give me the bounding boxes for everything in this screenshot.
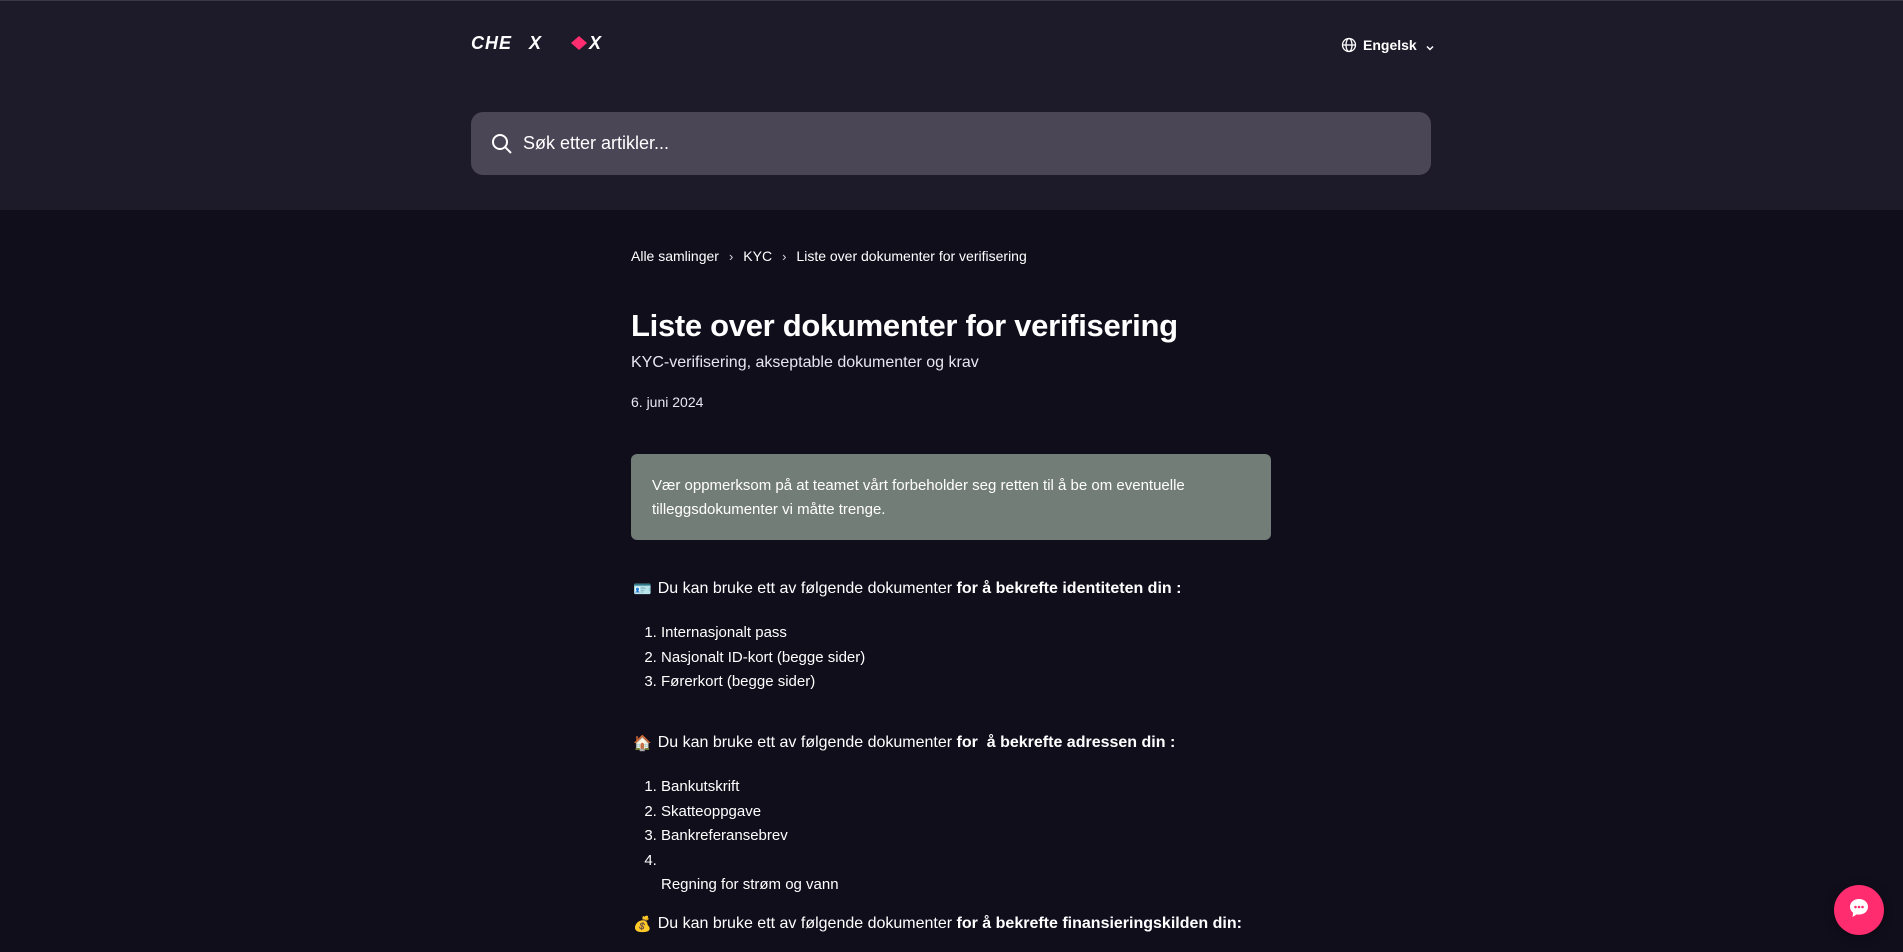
section-heading-funding: 💰 Du kan bruke ett av følgende dokumente… <box>633 915 1242 933</box>
search-input[interactable] <box>523 133 1383 154</box>
language-selector[interactable]: Engelsk <box>1341 35 1435 55</box>
list-item: Bankutskrift <box>661 775 839 800</box>
search-bar[interactable] <box>471 112 1431 175</box>
section-text: Du kan bruke ett av følgende dokumenter … <box>657 580 1182 597</box>
breadcrumb-separator: › <box>728 248 734 264</box>
list-item: Skatteoppgave <box>661 800 839 825</box>
chexx-logo[interactable]: CHE X X <box>471 34 615 52</box>
money-bag-icon: 💰 <box>633 915 652 933</box>
breadcrumb-separator: › <box>782 248 787 264</box>
address-document-list: Bankutskrift Skatteoppgave Bankreferanse… <box>661 775 839 898</box>
article-date: 6. juni 2024 <box>631 394 704 410</box>
svg-text:X: X <box>528 34 542 52</box>
section-heading-identity: 🪪 Du kan bruke ett av følgende dokumente… <box>633 580 1181 598</box>
list-item: Bankreferansebrev <box>661 824 839 849</box>
search-icon <box>491 133 513 155</box>
chat-bubble-icon <box>1847 896 1871 925</box>
page-subtitle: KYC-verifisering, akseptable dokumenter … <box>631 354 979 371</box>
svg-text:CHE: CHE <box>471 34 512 52</box>
list-item: Nasjonalt ID-kort (begge sider) <box>661 646 865 671</box>
list-item: Førerkort (begge sider) <box>661 670 865 695</box>
list-item <box>661 849 839 874</box>
breadcrumb-item-all-collections[interactable]: Alle samlinger <box>631 248 719 264</box>
id-card-icon: 🪪 <box>633 580 652 598</box>
section-text: Du kan bruke ett av følgende dokumenter … <box>657 915 1242 932</box>
notice-callout: Vær oppmerksom på at teamet vårt forbeho… <box>631 454 1271 540</box>
breadcrumb-item-current: Liste over dokumenter for verifisering <box>796 248 1027 264</box>
svg-text:X: X <box>588 34 602 52</box>
list-item: Internasjonalt pass <box>661 621 865 646</box>
page-title: Liste over dokumenter for verifisering <box>631 308 1178 343</box>
section-text: Du kan bruke ett av følgende dokumenter … <box>657 734 1176 751</box>
breadcrumb-item-kyc[interactable]: KYC <box>743 248 772 264</box>
chat-launcher-button[interactable] <box>1834 885 1884 935</box>
breadcrumb: Alle samlinger › KYC › Liste over dokume… <box>631 248 1027 264</box>
globe-icon <box>1341 37 1357 53</box>
site-header: CHE X X Engelsk <box>0 0 1903 210</box>
section-heading-address: 🏠 Du kan bruke ett av følgende dokumente… <box>633 734 1175 752</box>
identity-document-list: Internasjonalt pass Nasjonalt ID-kort (b… <box>661 621 865 695</box>
language-label: Engelsk <box>1363 37 1417 53</box>
list-item-continuation: Regning for strøm og vann <box>661 876 839 893</box>
chevron-down-icon <box>1425 40 1435 51</box>
house-icon: 🏠 <box>633 734 652 752</box>
